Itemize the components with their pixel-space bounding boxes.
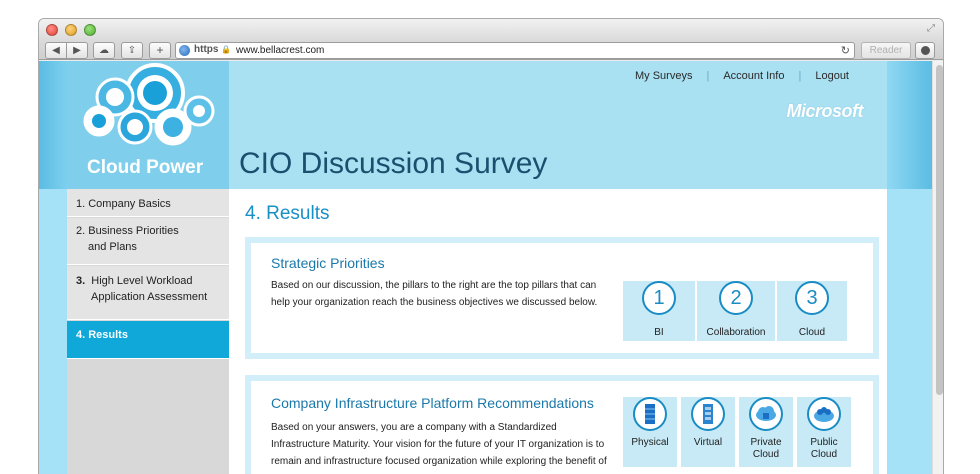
pillar-rank-badge: 3 — [795, 281, 829, 315]
sidebar-item-results[interactable]: 4. Results — [67, 321, 229, 359]
vertical-scrollbar[interactable] — [932, 61, 943, 474]
platform-virtual: Virtual — [681, 397, 735, 467]
pillar-label: Collaboration — [706, 327, 766, 338]
survey-step-nav: 1. Company Basics 2. Business Priorities… — [67, 189, 229, 474]
address-bar[interactable]: https 🔒 www.bellacrest.com ↻ — [175, 42, 855, 59]
infrastructure-recommendations-card: Company Infrastructure Platform Recommen… — [245, 375, 879, 474]
nav-my-surveys[interactable]: My Surveys — [621, 70, 706, 82]
sidebar-item-company-basics[interactable]: 1. Company Basics — [67, 189, 229, 217]
lock-icon: 🔒 — [221, 45, 231, 54]
forward-icon: ▶ — [73, 45, 81, 56]
sidebar-item-label-line2: and Plans — [88, 241, 137, 253]
browser-toolbar: ◀ ▶ ☁ ⇪ + https 🔒 www.bellacrest.com ↻ R… — [39, 41, 943, 60]
infrastructure-recommendations-panel: Company Infrastructure Platform Recommen… — [251, 381, 873, 474]
pillar-cloud: 3 Cloud — [777, 281, 847, 341]
platform-private-cloud: Private Cloud — [739, 397, 793, 467]
text-line: help your organization reach the busines… — [271, 297, 598, 308]
private-cloud-lock-icon — [749, 397, 783, 431]
section-title: 4. Results — [245, 203, 330, 224]
globe-icon — [179, 45, 190, 56]
platform-label: Virtual — [693, 437, 723, 448]
add-icon: + — [156, 43, 164, 57]
sidebar-item-business-priorities[interactable]: 2. Business Priorities and Plans — [67, 218, 229, 265]
share-icon: ⇪ — [127, 45, 137, 56]
sidebar-item-label: 4. Results — [76, 329, 128, 341]
title-bar: ⤢ — [39, 19, 943, 41]
text-line: Infrastructure Maturity. Your vision for… — [271, 439, 605, 450]
left-background-highlight — [39, 189, 67, 474]
minimize-window-button[interactable] — [65, 24, 77, 36]
reload-icon[interactable]: ↻ — [841, 44, 850, 57]
sidebar-item-label: 1. Company Basics — [76, 198, 171, 210]
cloud-icon: ☁ — [99, 45, 109, 56]
download-icon[interactable] — [915, 42, 935, 59]
protocol-label: https — [194, 44, 219, 55]
icloud-tabs-button[interactable]: ☁ — [93, 42, 115, 59]
page-viewport: Cloud Power My Surveys | Account Info | … — [39, 61, 932, 474]
nav-account-info[interactable]: Account Info — [709, 70, 798, 82]
infrastructure-recommendations-text: Based on your answers, you are a company… — [271, 419, 611, 470]
browser-window: ⤢ ◀ ▶ ☁ ⇪ + https 🔒 www.bellacrest.com ↻… — [38, 18, 944, 474]
public-cloud-users-icon — [807, 397, 841, 431]
brand-name: Cloud Power — [87, 157, 204, 178]
top-nav: My Surveys | Account Info | Logout — [621, 70, 863, 82]
sidebar-item-label-line2: Application Assessment — [91, 291, 208, 303]
url-text[interactable]: www.bellacrest.com — [236, 45, 324, 56]
cloud-power-logo-icon — [83, 63, 215, 146]
back-icon: ◀ — [52, 45, 60, 56]
pillar-label: BI — [654, 327, 664, 338]
fullscreen-icon[interactable]: ⤢ — [925, 23, 937, 35]
right-background-highlight — [887, 189, 932, 474]
survey-site: Cloud Power My Surveys | Account Info | … — [67, 61, 887, 474]
pillar-label: Cloud — [798, 327, 826, 338]
server-icon — [633, 397, 667, 431]
strategic-priorities-panel: Strategic Priorities Based on our discus… — [251, 243, 873, 353]
sidebar-item-workload-assessment[interactable]: 3. High Level Workload Application Asses… — [67, 266, 229, 320]
page-title: CIO Discussion Survey — [239, 147, 548, 180]
reader-button[interactable]: Reader — [861, 42, 911, 59]
pillar-collaboration: 2 Collaboration — [697, 281, 775, 341]
back-button[interactable]: ◀ — [45, 42, 67, 59]
sidebar-item-number: 3. — [76, 275, 86, 287]
strategic-priorities-text: Based on our discussion, the pillars to … — [271, 277, 611, 311]
results-content: 4. Results Strategic Priorities Based on… — [229, 189, 887, 474]
platform-label: Physical — [631, 437, 669, 448]
forward-button[interactable]: ▶ — [66, 42, 88, 59]
close-window-button[interactable] — [46, 24, 58, 36]
logo-panel: Cloud Power — [67, 61, 229, 189]
nav-logout[interactable]: Logout — [801, 70, 863, 82]
scrollbar-thumb[interactable] — [936, 65, 943, 395]
infrastructure-recommendations-title: Company Infrastructure Platform Recommen… — [271, 395, 594, 411]
platform-label: Private Cloud — [750, 437, 782, 460]
pillar-rank-badge: 1 — [642, 281, 676, 315]
microsoft-logo: Microsoft — [786, 101, 864, 121]
strategic-priorities-title: Strategic Priorities — [271, 255, 385, 271]
platform-public-cloud: Public Cloud — [797, 397, 851, 467]
share-button[interactable]: ⇪ — [121, 42, 143, 59]
sidebar-item-label: 2. Business Priorities — [76, 225, 179, 237]
add-bookmark-button[interactable]: + — [149, 42, 171, 59]
pillar-bi: 1 BI — [623, 281, 695, 341]
platform-physical: Physical — [623, 397, 677, 467]
virtual-server-icon — [691, 397, 725, 431]
sidebar-item-label: High Level Workload — [91, 275, 193, 287]
pillar-rank-badge: 2 — [719, 281, 753, 315]
platform-label: Public Cloud — [810, 437, 838, 460]
strategic-priorities-card: Strategic Priorities Based on our discus… — [245, 237, 879, 359]
text-line: remain and infrastructure focused organi… — [271, 456, 607, 467]
site-header: Cloud Power My Surveys | Account Info | … — [67, 61, 887, 189]
text-line: Based on our discussion, the pillars to … — [271, 280, 597, 291]
zoom-window-button[interactable] — [84, 24, 96, 36]
text-line: Based on your answers, you are a company… — [271, 422, 557, 433]
